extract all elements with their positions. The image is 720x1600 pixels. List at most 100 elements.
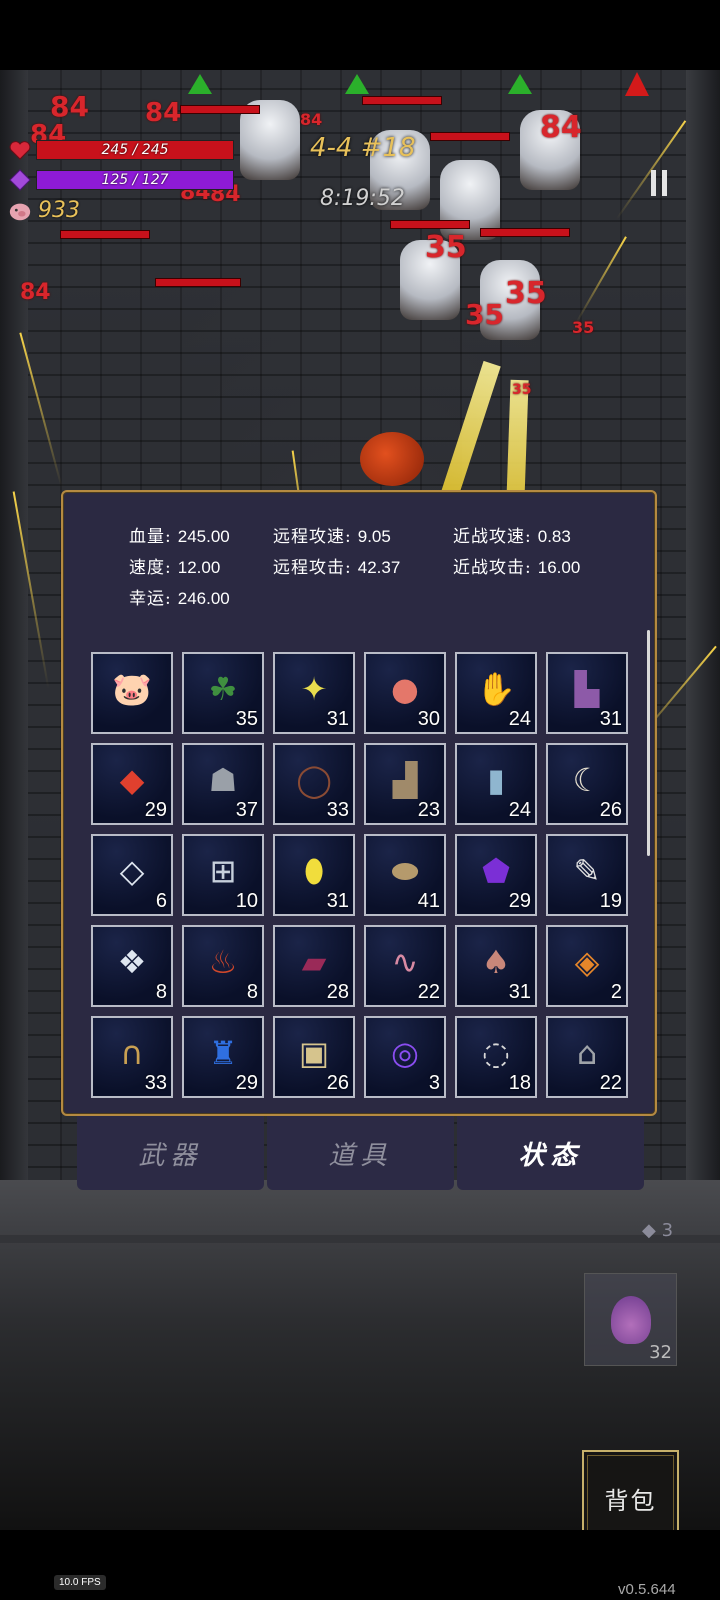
level-up-indicator xyxy=(345,74,369,94)
item-slot[interactable]: ⌂ 22 xyxy=(546,1016,628,1098)
item-count: 18 xyxy=(508,1072,531,1094)
item-count: 26 xyxy=(599,799,622,821)
item-slot[interactable]: ∿ 22 xyxy=(364,925,446,1007)
item-slot[interactable]: ⬟ 29 xyxy=(455,834,537,916)
stat-hp: 血量: 245.00 xyxy=(129,527,230,547)
enemy-health-bar xyxy=(430,132,510,141)
item-slot[interactable]: ◈ 2 xyxy=(546,925,628,1007)
enemy-health-bar xyxy=(155,278,241,287)
item-slot[interactable]: ☗ 37 xyxy=(182,743,264,825)
item-slot[interactable]: ◎ 3 xyxy=(364,1016,446,1098)
item-slot[interactable]: ▟ 23 xyxy=(364,743,446,825)
item-grid[interactable]: 🐷 ☘ 35 ✦ 31 ● 30 ✋ 24 ▙ 31 ◆ 29 ☗ 37 ◯ 33 ▟ 23 ▮ 24 ☾ 26 ◇ 6 ⊞ 10 ⬮… xyxy=(91,652,631,1102)
level-up-indicator xyxy=(508,74,532,94)
piggy-icon xyxy=(8,199,32,223)
item-slot[interactable]: ✎ 19 xyxy=(546,834,628,916)
item-slot[interactable]: ∩ 33 xyxy=(91,1016,173,1098)
gold-count: 933 xyxy=(38,198,80,223)
item-slot[interactable]: ◌ 18 xyxy=(455,1016,537,1098)
tab-items[interactable]: 道具 xyxy=(267,1116,454,1190)
mp-text: 125 / 127 xyxy=(101,172,169,188)
pause-button[interactable] xyxy=(651,170,669,196)
enemy-health-bar xyxy=(180,105,260,114)
item-count: 22 xyxy=(599,1072,622,1094)
stats-block: 血量: 245.00 远程攻速: 9.05 近战攻速: 0.83 速度: 12.00 远… xyxy=(63,492,655,622)
damage-number: 35 xyxy=(512,382,532,398)
item-count: 6 xyxy=(155,890,167,912)
item-slot[interactable]: ✦ 31 xyxy=(273,652,355,734)
stat-luck: 幸运: 246.00 xyxy=(129,589,230,609)
item-slot[interactable]: ❖ 8 xyxy=(91,925,173,1007)
hp-text: 245 / 245 xyxy=(101,142,169,158)
damage-number: 35 xyxy=(505,276,547,311)
item-count: 28 xyxy=(326,981,349,1003)
damage-number: 84 xyxy=(50,90,89,123)
item-slot[interactable]: ⬬ 41 xyxy=(364,834,446,916)
pumpkin-enemy xyxy=(360,432,424,486)
enemy-health-bar xyxy=(480,228,570,237)
stat-ranged-attack: 远程攻击: 42.37 xyxy=(273,558,401,578)
fps-counter: 10.0 FPS xyxy=(54,1575,106,1590)
item-slot[interactable]: ◯ 33 xyxy=(273,743,355,825)
mp-row: 125 / 127 xyxy=(8,168,234,192)
item-count: 3 xyxy=(428,1072,440,1094)
item-count: 29 xyxy=(144,799,167,821)
tab-weapons[interactable]: 武器 xyxy=(77,1116,264,1190)
item-count: 23 xyxy=(417,799,440,821)
item-slot[interactable]: ◆ 29 xyxy=(91,743,173,825)
item-count: 35 xyxy=(235,708,258,730)
timer: 8:19:52 xyxy=(320,186,405,211)
item-slot[interactable]: ⊞ 10 xyxy=(182,834,264,916)
gem-icon xyxy=(8,168,32,192)
item-count: 31 xyxy=(326,890,349,912)
item-slot[interactable]: ▮ 24 xyxy=(455,743,537,825)
mp-bar: 125 / 127 xyxy=(36,170,234,190)
item-count: 29 xyxy=(508,890,531,912)
item-count: 31 xyxy=(599,708,622,730)
danger-indicator xyxy=(625,72,649,96)
potion-quick-slot[interactable]: 32 xyxy=(584,1273,677,1366)
item-slot[interactable]: ▣ 26 xyxy=(273,1016,355,1098)
item-slot[interactable]: ● 30 xyxy=(364,652,446,734)
item-slot[interactable]: ▰ 28 xyxy=(273,925,355,1007)
damage-number: 35 xyxy=(572,318,595,337)
item-grid-scrollbar[interactable] xyxy=(647,630,650,856)
item-slot[interactable]: ♨ 8 xyxy=(182,925,264,1007)
item-slot[interactable]: 🐷 xyxy=(91,652,173,734)
item-count: 29 xyxy=(235,1072,258,1094)
stat-speed: 速度: 12.00 xyxy=(129,558,221,578)
damage-number: 84 xyxy=(300,110,323,129)
hp-bar: 245 / 245 xyxy=(36,140,234,160)
item-slot[interactable]: ☾ 26 xyxy=(546,743,628,825)
damage-number: 84 xyxy=(20,280,51,305)
version-label: v0.5.644 xyxy=(618,1581,676,1598)
backpack-button[interactable]: 背包 xyxy=(582,1450,679,1530)
item-count: 24 xyxy=(508,799,531,821)
stat-melee-speed: 近战攻速: 0.83 xyxy=(453,527,571,547)
item-slot[interactable]: ▙ 31 xyxy=(546,652,628,734)
item-slot[interactable]: ☘ 35 xyxy=(182,652,264,734)
item-count: 2 xyxy=(610,981,622,1003)
item-count: 41 xyxy=(417,890,440,912)
damage-number: 84 xyxy=(540,110,582,145)
item-slot[interactable]: ♜ 29 xyxy=(182,1016,264,1098)
item-slot[interactable]: ⬮ 31 xyxy=(273,834,355,916)
item-count: 26 xyxy=(326,1072,349,1094)
item-count: 8 xyxy=(246,981,258,1003)
hp-row: 245 / 245 xyxy=(8,138,234,162)
enemy-health-bar xyxy=(60,230,150,239)
item-count: 31 xyxy=(326,708,349,730)
level-up-indicator xyxy=(188,74,212,94)
item-count: 22 xyxy=(417,981,440,1003)
tab-status[interactable]: 状态 xyxy=(457,1116,644,1190)
piggy-bank-icon: 🐷 xyxy=(112,670,152,708)
item-slot[interactable]: ✋ 24 xyxy=(455,652,537,734)
item-count: 37 xyxy=(235,799,258,821)
item-slot[interactable]: ◇ 6 xyxy=(91,834,173,916)
item-slot[interactable]: ♠ 31 xyxy=(455,925,537,1007)
enemy-health-bar xyxy=(362,96,442,105)
stage-label: 4-4 #18 xyxy=(310,133,416,163)
item-count: 10 xyxy=(235,890,258,912)
left-wall xyxy=(0,70,28,1180)
item-count: 8 xyxy=(155,981,167,1003)
